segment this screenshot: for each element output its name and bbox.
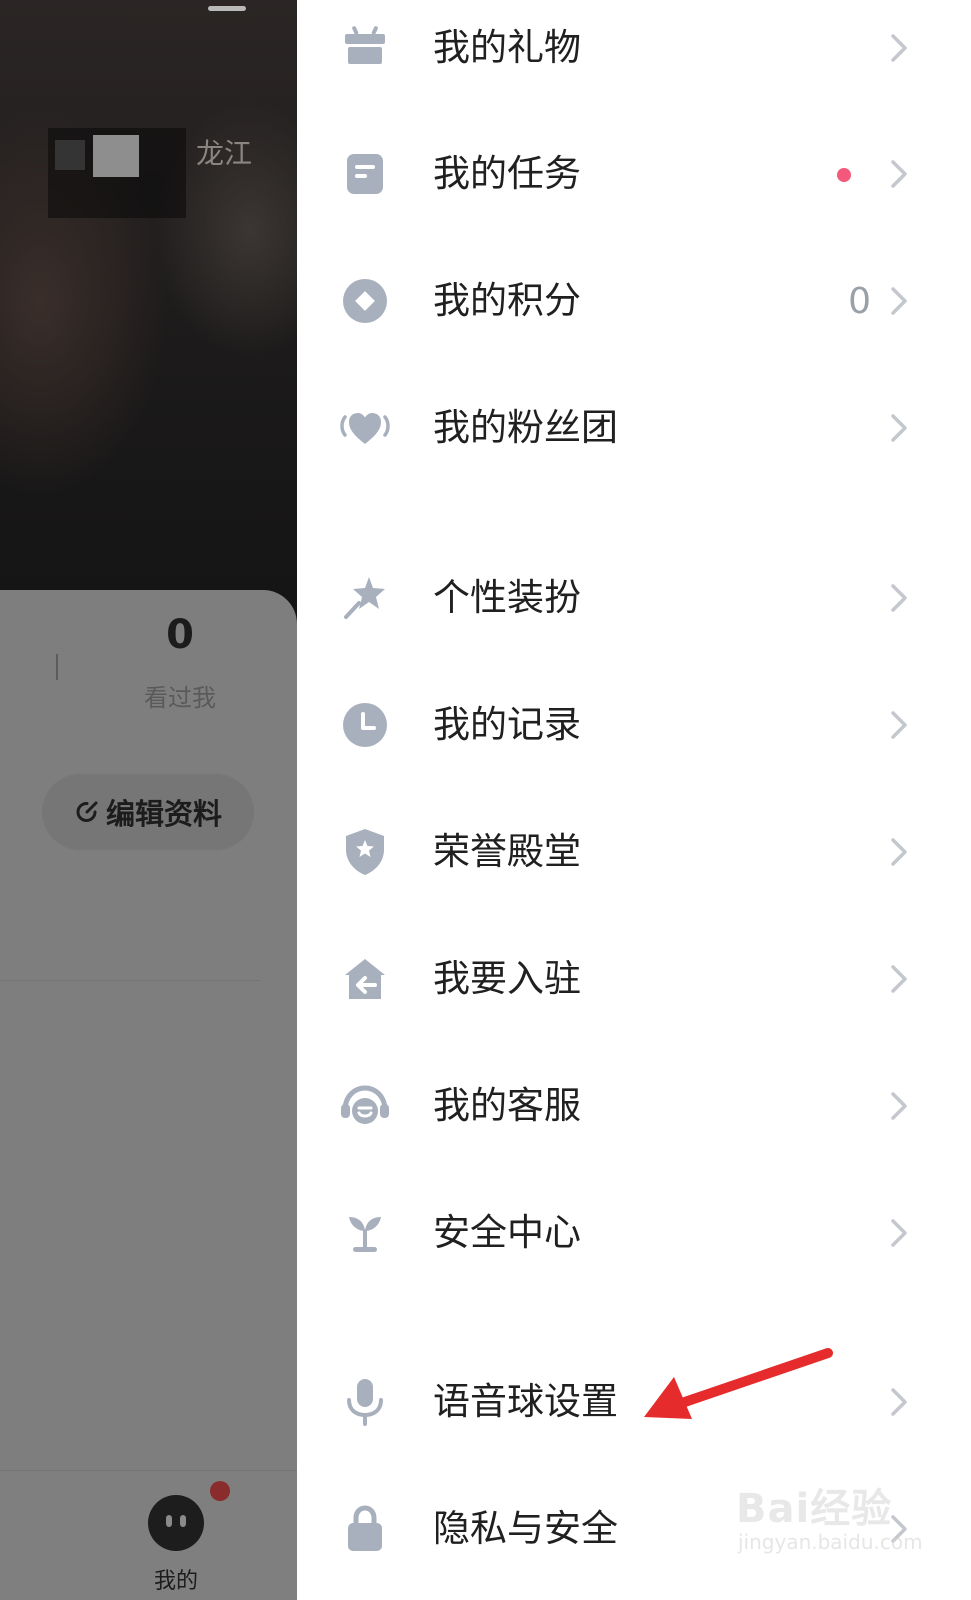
menu-label: 我的客服 — [433, 1084, 581, 1127]
headset-icon — [341, 1085, 389, 1124]
profile-pane-dimmed: 龙江 0 看过我 编辑资料 我的 — [0, 0, 297, 1600]
profile-card: 0 看过我 编辑资料 — [0, 590, 297, 1600]
chevron-right-icon — [891, 160, 907, 188]
censored-mosaic — [93, 135, 139, 177]
lock-icon — [348, 1505, 382, 1551]
menu-item-security-center[interactable]: 安全中心 — [297, 1185, 971, 1281]
menu-item-voice-ball-settings[interactable]: 语音球设置 — [297, 1354, 971, 1450]
censored-mosaic — [55, 140, 85, 170]
stat-divider — [56, 654, 58, 680]
menu-label: 我的积分 — [433, 279, 581, 322]
menu-item-points[interactable]: 我的积分 0 — [297, 253, 971, 349]
menu-item-fan-club[interactable]: 我的粉丝团 — [297, 380, 971, 476]
chevron-right-icon — [891, 34, 907, 62]
chevron-right-icon — [891, 414, 907, 442]
clock-icon — [343, 703, 387, 747]
red-dot-badge — [837, 168, 851, 182]
bottom-nav: 我的 — [0, 1470, 297, 1600]
chevron-right-icon — [891, 287, 907, 315]
menu-item-customer-service[interactable]: 我的客服 — [297, 1058, 971, 1154]
points-value: 0 — [848, 281, 871, 322]
annotation-arrow-icon — [644, 1348, 833, 1419]
menu-label: 隐私与安全 — [433, 1507, 618, 1550]
microphone-icon — [347, 1379, 383, 1426]
menu-item-personalize[interactable]: 个性装扮 — [297, 550, 971, 646]
menu-item-hall-of-honor[interactable]: 荣誉殿堂 — [297, 804, 971, 900]
divider — [0, 980, 260, 981]
menu-label: 荣誉殿堂 — [433, 830, 581, 873]
menu-label: 个性装扮 — [433, 576, 581, 619]
menu-label: 我的粉丝团 — [433, 406, 618, 449]
menu-item-records[interactable]: 我的记录 — [297, 677, 971, 773]
sprout-icon — [349, 1217, 381, 1252]
notification-dot — [210, 1481, 230, 1501]
menu-item-tasks[interactable]: 我的任务 — [297, 126, 971, 222]
menu-label: 我的任务 — [433, 152, 581, 195]
chevron-right-icon — [891, 1092, 907, 1120]
edit-icon — [76, 801, 98, 822]
house-enter-icon — [345, 959, 385, 999]
menu-label: 安全中心 — [433, 1211, 581, 1254]
baidu-jingyan-watermark: Bai经验 jingyan.baidu.com — [736, 1466, 926, 1566]
chevron-right-icon — [891, 584, 907, 612]
chevron-right-icon — [891, 838, 907, 866]
chevron-right-icon — [891, 1388, 907, 1416]
profile-cover-photo: 龙江 — [0, 0, 297, 640]
task-icon — [347, 154, 383, 194]
chevron-right-icon — [891, 1219, 907, 1247]
gift-icon — [345, 26, 385, 64]
menu-label: 我的记录 — [433, 703, 581, 746]
menu-label: 我的礼物 — [433, 26, 581, 69]
chevron-right-icon — [891, 965, 907, 993]
shield-star-icon — [346, 829, 384, 875]
edit-profile-button[interactable]: 编辑资料 — [42, 774, 254, 850]
user-name-fragment: 龙江 — [196, 137, 253, 170]
points-icon — [343, 279, 387, 323]
fan-heart-icon — [340, 413, 390, 444]
settings-menu: 我的礼物 我的任务 我的积分 0 我的粉丝团 个性装扮 我的记录 荣誉殿堂 我要… — [297, 0, 971, 1600]
edit-profile-label: 编辑资料 — [105, 797, 222, 831]
tab-me-label[interactable]: 我的 — [140, 1563, 212, 1595]
menu-label: 我要入驻 — [433, 957, 581, 1000]
chevron-right-icon — [891, 711, 907, 739]
menu-item-gifts[interactable]: 我的礼物 — [297, 0, 971, 96]
drag-handle — [208, 6, 246, 11]
menu-label: 语音球设置 — [433, 1380, 618, 1423]
me-tab-icon[interactable] — [148, 1495, 204, 1551]
watermark-url: jingyan.baidu.com — [738, 1530, 923, 1554]
visitors-label: 看过我 — [144, 684, 216, 712]
menu-item-join[interactable]: 我要入驻 — [297, 931, 971, 1027]
watermark-brand: Bai经验 — [736, 1486, 893, 1532]
visitors-count[interactable]: 0 — [140, 612, 220, 658]
magic-wand-icon — [344, 577, 385, 619]
